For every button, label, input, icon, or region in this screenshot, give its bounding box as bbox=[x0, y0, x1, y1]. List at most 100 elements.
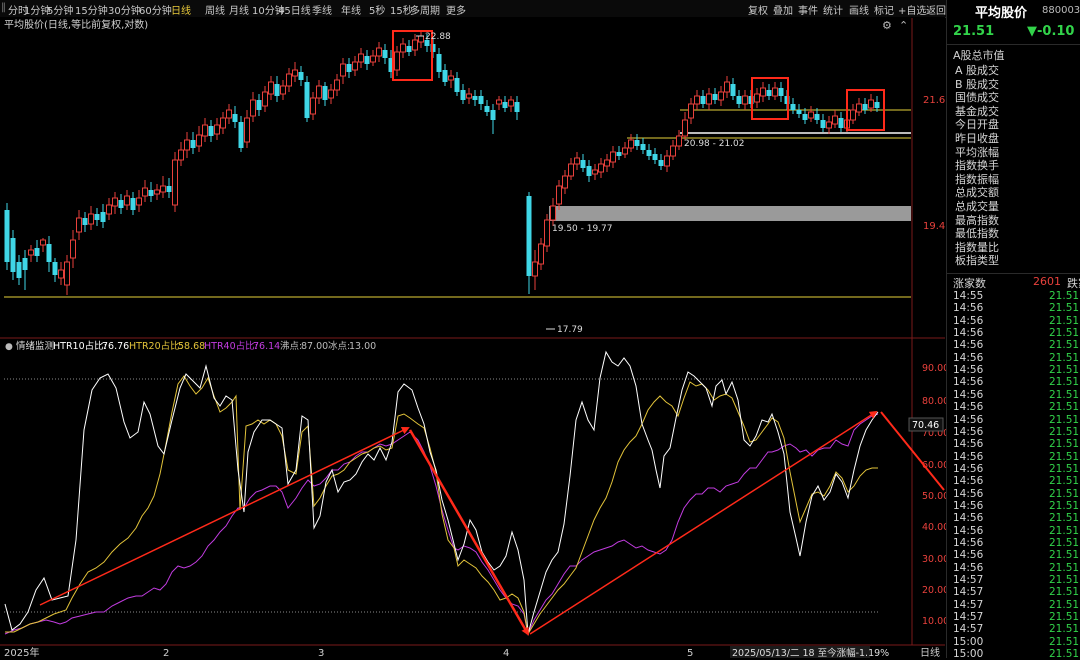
candle-body bbox=[754, 93, 760, 103]
tick-price: 21.51 bbox=[1049, 401, 1080, 414]
tick-time: 14:56 bbox=[953, 376, 984, 389]
tick-price: 21.51 bbox=[1049, 635, 1080, 648]
tick-price: 21.51 bbox=[1049, 438, 1080, 451]
candle-body bbox=[226, 109, 232, 119]
tick-price: 21.51 bbox=[1049, 302, 1080, 315]
candle-body bbox=[376, 47, 382, 57]
candle-body bbox=[46, 244, 52, 262]
indicator-y-label: 10.00 bbox=[922, 616, 946, 627]
tick-price: 21.51 bbox=[1049, 499, 1080, 512]
x-label-2025: 2025年 bbox=[4, 646, 39, 658]
htr10-label: HTR10占比: bbox=[53, 340, 107, 352]
tick-price: 21.51 bbox=[1049, 413, 1080, 426]
candle-body bbox=[142, 187, 148, 197]
candle-body bbox=[28, 249, 34, 256]
tick-time: 14:55 bbox=[953, 290, 984, 302]
annotation-zone-high: 20.98 - 21.02 bbox=[684, 139, 745, 149]
candle-body bbox=[478, 96, 484, 104]
tick-price: 21.51 bbox=[1049, 314, 1080, 327]
tick-time: 14:57 bbox=[953, 611, 984, 624]
candle-body bbox=[862, 104, 868, 110]
tick-price: 21.51 bbox=[1049, 648, 1080, 660]
tick-price: 21.51 bbox=[1049, 487, 1080, 500]
tick-price: 21.51 bbox=[1049, 586, 1080, 599]
candle-body bbox=[328, 89, 334, 99]
candle-body bbox=[190, 140, 196, 148]
candle-body bbox=[490, 110, 496, 120]
candle-body bbox=[544, 219, 550, 247]
candle-body bbox=[838, 118, 844, 128]
candle-body bbox=[106, 204, 112, 215]
tick-time: 14:57 bbox=[953, 598, 984, 611]
tick-time: 14:56 bbox=[953, 364, 984, 377]
indicator-y-label: 90.00 bbox=[922, 363, 946, 374]
candle-body bbox=[274, 84, 280, 96]
candle-body bbox=[652, 154, 658, 160]
rise-label: 涨家数 bbox=[953, 277, 986, 290]
candle-body bbox=[850, 109, 856, 121]
candle-body bbox=[382, 50, 388, 58]
current-value-label: 70.46 bbox=[912, 420, 939, 431]
candle-body bbox=[436, 54, 442, 72]
fall-label: 跌家 bbox=[1067, 277, 1080, 290]
indicator-name: 情绪监测 bbox=[16, 340, 54, 352]
x-axis-period-tag[interactable]: 日线 bbox=[920, 646, 940, 658]
indicator-toggle-icon[interactable]: ● bbox=[5, 342, 13, 352]
candle-body bbox=[16, 262, 22, 278]
candle-body bbox=[802, 114, 808, 120]
tick-price: 21.51 bbox=[1049, 462, 1080, 475]
collapse-chevron-icon[interactable]: ⌃ bbox=[899, 19, 908, 32]
tick-time: 14:56 bbox=[953, 302, 984, 315]
candle-body bbox=[712, 94, 718, 100]
tick-time: 14:56 bbox=[953, 561, 984, 574]
tick-price: 21.51 bbox=[1049, 425, 1080, 438]
annotation-zone-low: 19.50 - 19.77 bbox=[552, 224, 613, 234]
chart-area[interactable]: 平均股价(日线,等比前复权,对数) ⚙ ⌃ 21.61 19.45 22.88 … bbox=[0, 0, 946, 658]
candle-body bbox=[550, 205, 556, 221]
candle-body bbox=[154, 189, 160, 195]
candle-body bbox=[184, 139, 190, 151]
candle-body bbox=[40, 239, 46, 246]
candle-body bbox=[670, 145, 676, 157]
tick-price: 21.51 bbox=[1049, 327, 1080, 340]
candle-body bbox=[148, 190, 154, 196]
indicator-y-label: 30.00 bbox=[922, 554, 946, 565]
htr40-label: HTR40占比: bbox=[204, 340, 258, 352]
settings-gear-icon[interactable]: ⚙ bbox=[882, 19, 892, 32]
candle-body bbox=[682, 119, 688, 137]
candle-body bbox=[538, 243, 544, 265]
candle-body bbox=[502, 102, 508, 108]
tick-price: 21.51 bbox=[1049, 611, 1080, 624]
tick-price: 21.51 bbox=[1049, 376, 1080, 389]
candle-body bbox=[124, 195, 130, 206]
tick-time: 14:57 bbox=[953, 623, 984, 636]
candle-body bbox=[322, 86, 328, 100]
candle-body bbox=[100, 212, 106, 222]
boil-label: 沸点: bbox=[280, 340, 302, 352]
candle-body bbox=[232, 114, 238, 122]
candle-body bbox=[730, 84, 736, 96]
x-label-feb: 2 bbox=[163, 648, 169, 658]
candle-body bbox=[82, 218, 88, 225]
candle-body bbox=[574, 157, 580, 165]
tick-time: 14:56 bbox=[953, 499, 984, 512]
candle-body bbox=[484, 106, 490, 112]
candle-body bbox=[340, 63, 346, 77]
quote-panel: 平均股价 880003 21.51 ▼-0.10 A股总市值 A 股成交 B 股成… bbox=[946, 0, 1080, 660]
main-chart-title: 平均股价(日线,等比前复权,对数) bbox=[4, 18, 148, 31]
x-label-mar: 3 bbox=[318, 648, 324, 658]
tick-time: 15:00 bbox=[953, 648, 984, 660]
tick-price: 21.51 bbox=[1049, 475, 1080, 488]
candle-body bbox=[694, 95, 700, 105]
tick-time: 14:56 bbox=[953, 314, 984, 327]
gap-zone-box bbox=[549, 206, 911, 221]
candle-body bbox=[616, 152, 622, 156]
boil-value: 87.00 bbox=[301, 341, 328, 352]
candle-body bbox=[238, 122, 244, 148]
candle-body bbox=[220, 117, 226, 129]
tick-price: 21.51 bbox=[1049, 512, 1080, 525]
candle-body bbox=[718, 91, 724, 101]
candle-body bbox=[172, 159, 178, 206]
tick-time: 14:56 bbox=[953, 549, 984, 562]
candle-body bbox=[76, 217, 82, 233]
